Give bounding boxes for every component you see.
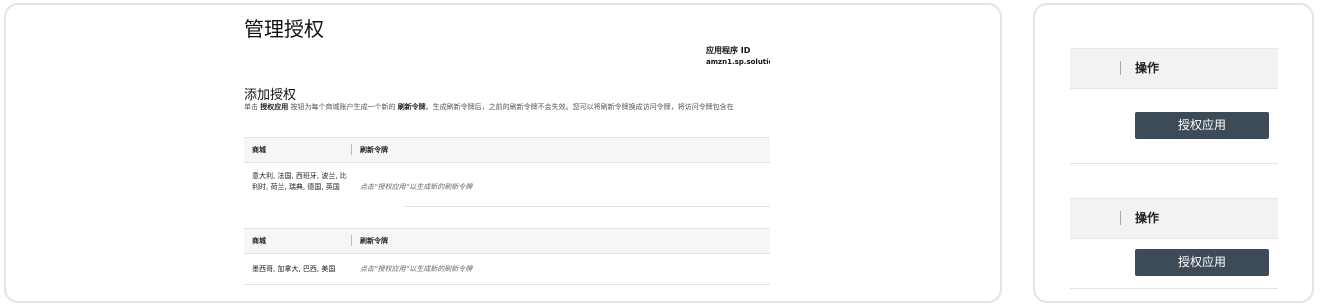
actions-header-label: 操作 — [1135, 211, 1160, 225]
row-divider — [1070, 288, 1278, 289]
actions-header-label: 操作 — [1135, 61, 1160, 75]
column-divider — [351, 144, 352, 155]
authorize-app-button[interactable]: 授权应用 — [1135, 249, 1269, 276]
column-header-marketplace: 商城 — [252, 237, 266, 245]
column-header-refresh-token: 刷新令牌 — [360, 146, 388, 154]
table-row: 墨西哥, 加拿大, 巴西, 美国 点击“授权应用”以生成新的刷新令牌 — [244, 254, 770, 285]
column-header-refresh-token: 刷新令牌 — [360, 237, 388, 245]
app-id-value: amzn1.sp.solution — [706, 58, 770, 66]
marketplace-table-eu: 商城 刷新令牌 意大利, 法国, 西班牙, 波兰, 比利时, 荷兰, 瑞典, 德… — [244, 137, 770, 207]
desc-suffix: 。生成刷新令牌后，之前的刷新令牌不会失效。您可以将刷新令牌换成访问令牌，将访问令… — [425, 103, 734, 111]
row-divider — [1070, 163, 1278, 164]
table-row: 意大利, 法国, 西班牙, 波兰, 比利时, 荷兰, 瑞典, 德国, 英国 点击… — [244, 163, 770, 207]
column-header-marketplace: 商城 — [252, 146, 266, 154]
marketplace-table-na: 商城 刷新令牌 墨西哥, 加拿大, 巴西, 美国 点击“授权应用”以生成新的刷新… — [244, 228, 770, 285]
authorization-panel: 管理授权 应用程序 ID amzn1.sp.solution 添加授权 单击 授… — [4, 3, 1002, 303]
column-divider — [1120, 61, 1121, 75]
actions-column-header: 操作 — [1070, 198, 1278, 239]
desc-mid: 按钮为每个商城账户生成一个新的 — [288, 103, 398, 111]
actions-column-header: 操作 — [1070, 48, 1278, 89]
column-divider — [351, 235, 352, 246]
marketplace-list: 墨西哥, 加拿大, 巴西, 美国 — [252, 265, 336, 273]
column-divider — [1120, 211, 1121, 225]
authorization-description: 单击 授权应用 按钮为每个商城账户生成一个新的 刷新令牌。生成刷新令牌后，之前的… — [244, 102, 770, 112]
marketplace-list: 意大利, 法国, 西班牙, 波兰, 比利时, 荷兰, 瑞典, 德国, 英国 — [252, 172, 347, 191]
row-divider — [404, 206, 770, 207]
actions-panel: 操作 授权应用 操作 授权应用 — [1033, 3, 1314, 303]
authorize-app-button[interactable]: 授权应用 — [1135, 112, 1269, 139]
add-authorization-title: 添加授权 — [244, 88, 297, 103]
table-header: 商城 刷新令牌 — [244, 137, 770, 163]
app-id-label: 应用程序 ID — [706, 46, 751, 55]
refresh-token-hint: 点击“授权应用”以生成新的刷新令牌 — [360, 265, 473, 273]
desc-bold-refresh-token: 刷新令牌 — [397, 103, 426, 111]
table-header: 商城 刷新令牌 — [244, 228, 770, 254]
desc-bold-authorize: 授权应用 — [260, 103, 289, 111]
desc-prefix: 单击 — [244, 103, 261, 111]
refresh-token-hint: 点击“授权应用”以生成新的刷新令牌 — [360, 183, 473, 191]
page-title: 管理授权 — [244, 17, 324, 41]
